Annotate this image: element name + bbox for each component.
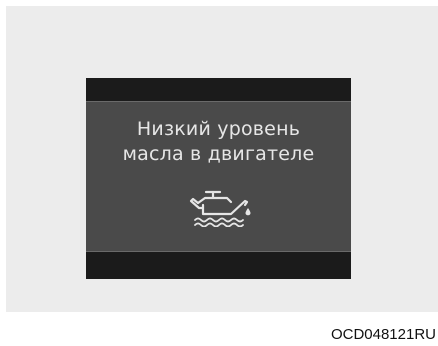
warning-message-line1: Низкий уровень (136, 118, 301, 140)
display-bottom-bar (86, 252, 351, 279)
display-top-bar (86, 78, 351, 101)
warning-message-line2: масла в двигателе (122, 143, 315, 165)
cluster-display: Низкий уровень масла в двигателе (86, 78, 351, 279)
warning-screen: Низкий уровень масла в двигателе (86, 101, 351, 252)
oil-can-level-icon (189, 190, 251, 227)
figure-code: OCD048121RU (330, 326, 436, 343)
